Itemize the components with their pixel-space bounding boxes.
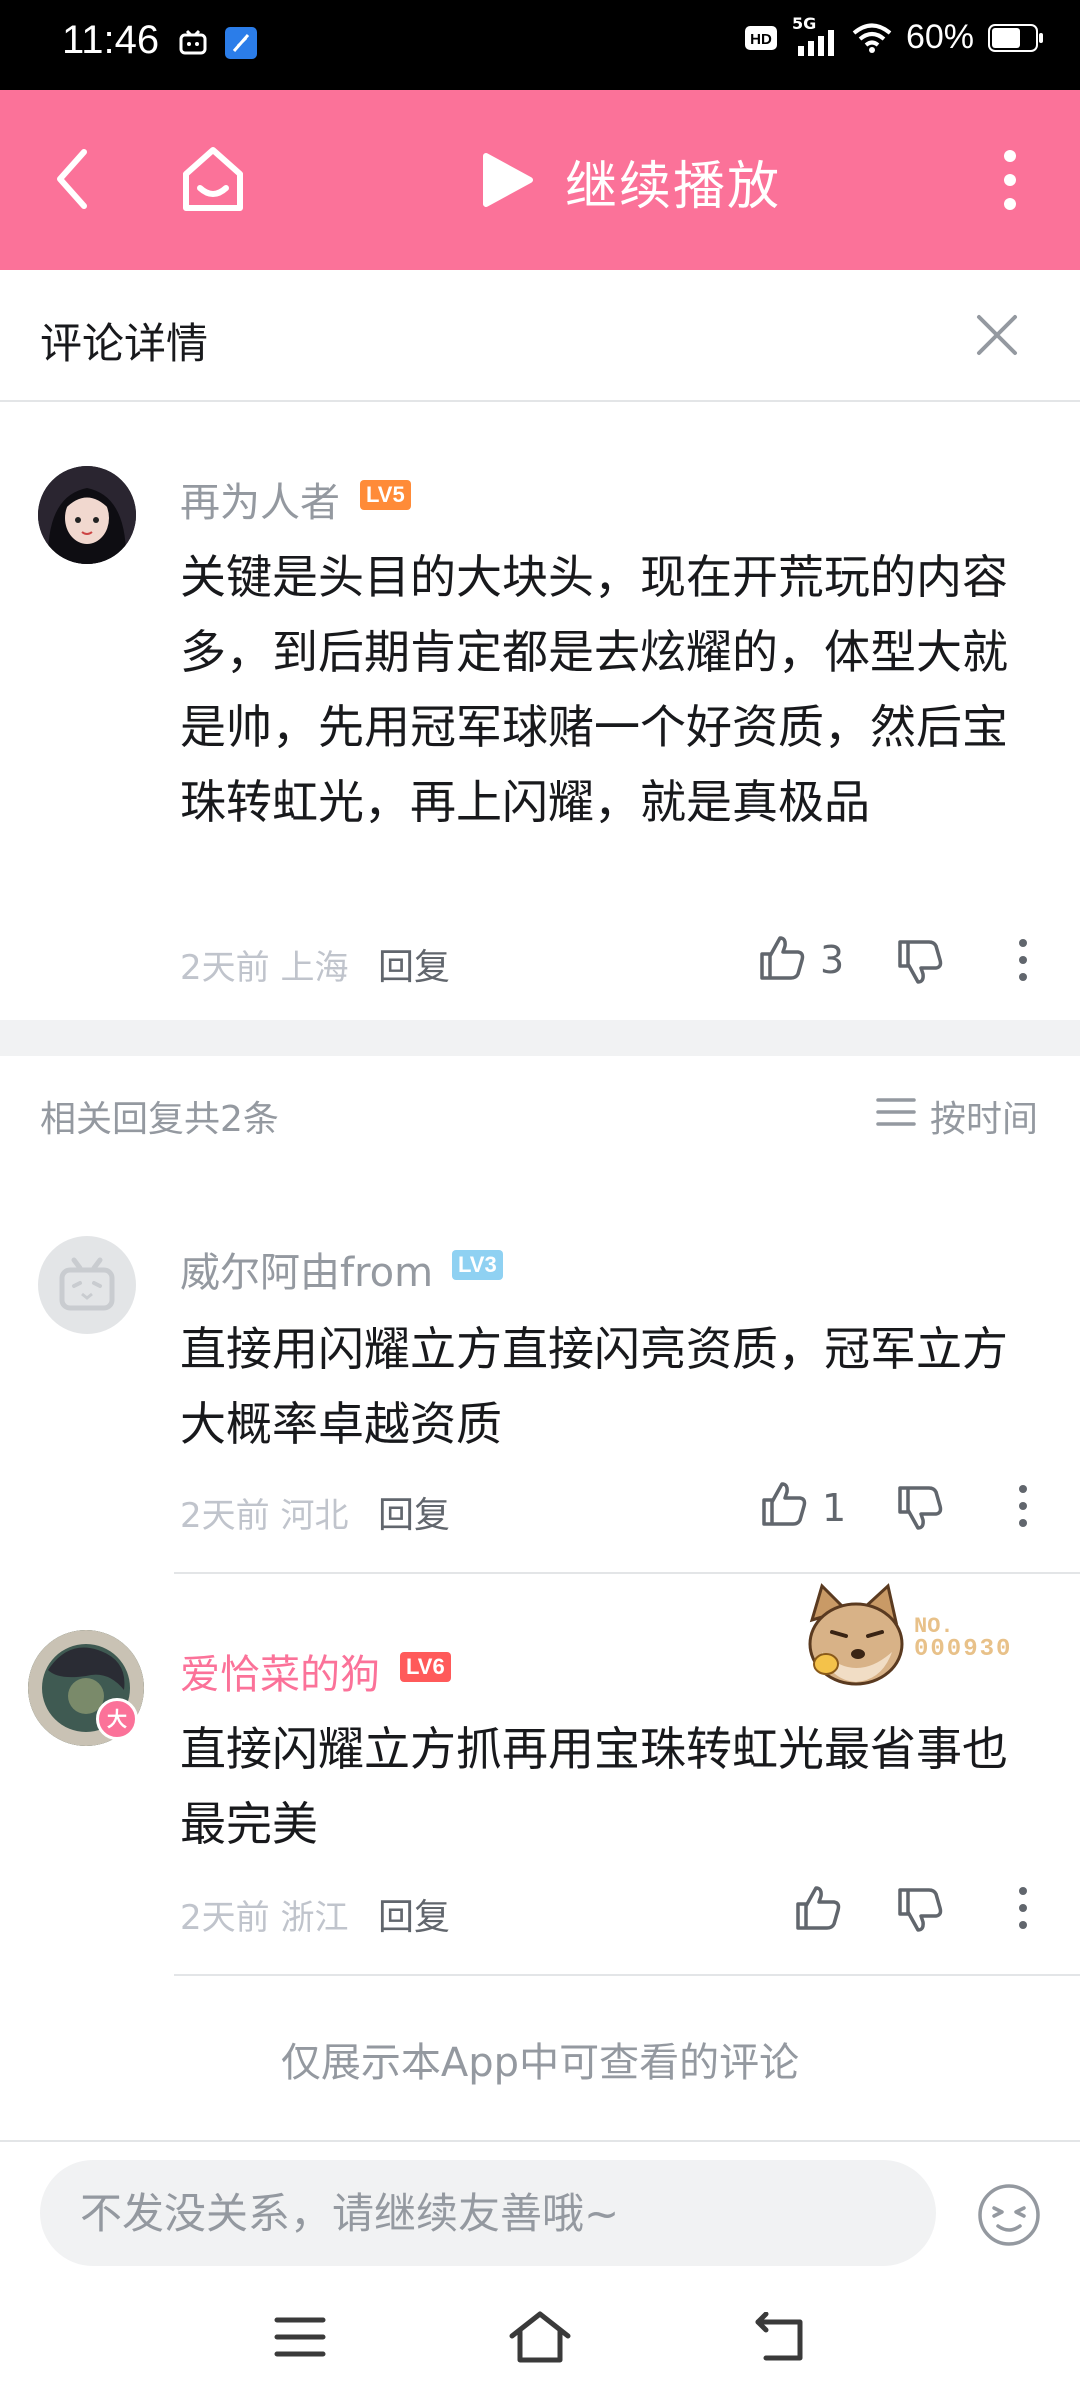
wifi-icon — [852, 23, 892, 53]
sort-list-icon[interactable] — [876, 1096, 916, 1128]
app-only-notice: 仅展示本App中可查看的评论 — [280, 2040, 800, 2086]
level-badge: LV5 — [360, 480, 411, 510]
reply-button[interactable]: 回复 — [378, 938, 450, 990]
more-options-icon[interactable] — [1016, 1886, 1030, 1930]
comment-location: 上海 — [280, 948, 349, 988]
comment-time-location: 2天前 上海 — [180, 940, 348, 989]
back-arrow-icon[interactable] — [52, 146, 92, 212]
home-nav-icon[interactable] — [508, 2310, 572, 2364]
level-badge: LV3 — [452, 1250, 503, 1280]
page-title: 评论详情 — [40, 319, 209, 368]
battery-percent: 60% — [905, 18, 974, 56]
continue-play-button[interactable]: 继续播放 — [565, 144, 781, 219]
reply-time: 2天前 — [180, 1898, 270, 1938]
more-options-icon[interactable] — [1016, 1484, 1030, 1528]
thumbs-up-icon[interactable] — [758, 934, 806, 982]
reply-button[interactable]: 回复 — [378, 1486, 450, 1538]
reply-time: 2天前 — [180, 1496, 270, 1536]
sort-by-time-button[interactable]: 按时间 — [930, 1090, 1038, 1142]
thumbs-down-icon[interactable] — [896, 938, 944, 986]
signal-icon: 5G — [792, 14, 838, 56]
play-icon[interactable] — [480, 150, 536, 210]
reply-button[interactable]: 回复 — [378, 1888, 450, 1940]
username[interactable]: 威尔阿由from — [180, 1240, 433, 1298]
like-count: 1 — [822, 1486, 847, 1530]
username[interactable]: 爱恰菜的狗 — [180, 1642, 380, 1700]
comment-detail-bar: 评论详情 — [0, 270, 1080, 402]
reply-time-location: 2天前 浙江 — [180, 1890, 348, 1939]
hd-icon: HD — [744, 25, 777, 50]
emoji-icon[interactable] — [976, 2182, 1042, 2248]
app-bar: 继续播放 — [0, 90, 1080, 270]
status-bar: 11:46 HD 5G 60% — [0, 0, 1080, 90]
status-time: 11:46 — [62, 18, 160, 62]
reply-location: 河北 — [280, 1496, 349, 1536]
more-vertical-icon[interactable] — [1000, 148, 1020, 212]
back-nav-icon[interactable] — [752, 2312, 810, 2362]
more-options-icon[interactable] — [1016, 938, 1030, 982]
home-icon[interactable] — [178, 144, 248, 216]
tv-icon — [179, 29, 207, 55]
avatar[interactable] — [38, 466, 136, 564]
reply-count-header: 相关回复共2条 — [40, 1099, 279, 1140]
reply-location: 浙江 — [280, 1898, 349, 1938]
thumbs-up-icon[interactable] — [794, 1884, 842, 1932]
comment-time: 2天前 — [180, 948, 270, 988]
reply-time-location: 2天前 河北 — [180, 1488, 348, 1537]
like-count: 3 — [820, 938, 845, 982]
thumbs-down-icon[interactable] — [896, 1484, 944, 1532]
fan-dog-sticker-icon — [808, 1583, 904, 1686]
avatar[interactable] — [38, 1236, 136, 1334]
level-badge: LV6 — [400, 1652, 451, 1682]
thumbs-up-icon[interactable] — [760, 1480, 808, 1528]
divider — [174, 1572, 1080, 1574]
vip-badge: 大 — [96, 1698, 138, 1740]
svg-text:HD: HD — [750, 31, 772, 48]
comment-input[interactable] — [40, 2160, 936, 2266]
close-icon[interactable] — [976, 314, 1018, 356]
username[interactable]: 再为人者 — [180, 470, 340, 528]
fan-badge-number: 000930 — [914, 1636, 1013, 1663]
menu-icon[interactable] — [274, 2316, 326, 2358]
divider — [174, 1974, 1080, 1976]
comment-input-bar — [0, 2140, 1080, 2282]
system-nav-bar — [0, 2280, 1080, 2408]
battery-icon — [988, 23, 1043, 52]
feather-app-icon — [225, 27, 257, 59]
comment-text: 关键是头目的大块头，现在开荒玩的内容多，到后期肯定都是去炫耀的，体型大就是帅，先… — [180, 550, 1008, 829]
status-indicators: HD 5G 60% — [744, 14, 1044, 57]
reply-text: 直接用闪耀立方直接闪亮资质，冠军立方大概率卓越资质 — [180, 1322, 1008, 1451]
thumbs-down-icon[interactable] — [896, 1886, 944, 1934]
section-separator — [0, 1020, 1080, 1056]
reply-text: 直接闪耀立方抓再用宝珠转虹光最省事也最完美 — [180, 1722, 1008, 1851]
